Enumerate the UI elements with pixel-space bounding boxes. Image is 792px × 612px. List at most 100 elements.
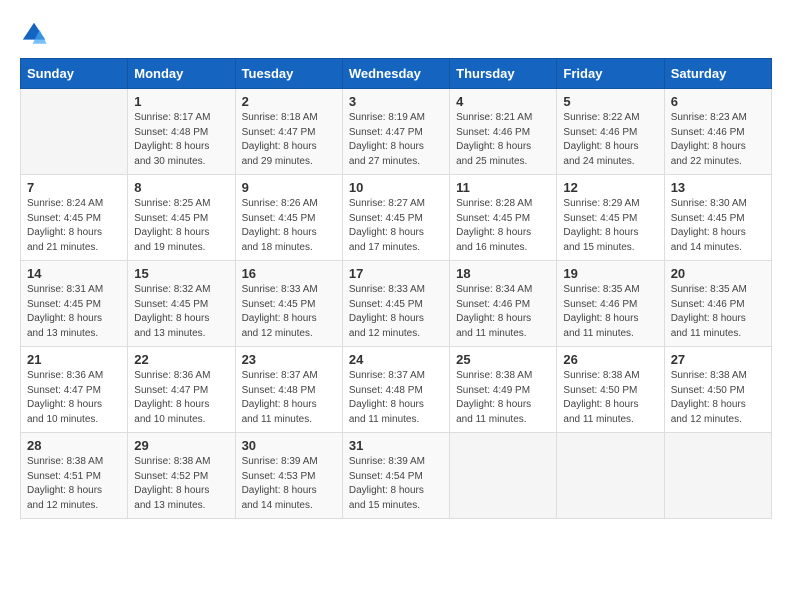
day-number: 25: [456, 352, 550, 367]
day-number: 7: [27, 180, 121, 195]
calendar-cell: 19 Sunrise: 8:35 AMSunset: 4:46 PMDayligh…: [557, 261, 664, 347]
calendar-cell: 10 Sunrise: 8:27 AMSunset: 4:45 PMDayligh…: [342, 175, 449, 261]
calendar-week-1: 1 Sunrise: 8:17 AMSunset: 4:48 PMDaylight…: [21, 89, 772, 175]
day-number: 14: [27, 266, 121, 281]
day-info: Sunrise: 8:30 AMSunset: 4:45 PMDaylight:…: [671, 197, 765, 255]
calendar-cell: 16 Sunrise: 8:33 AMSunset: 4:45 PMDayligh…: [235, 261, 342, 347]
day-number: 11: [456, 180, 550, 195]
calendar-header-row: SundayMondayTuesdayWednesdayThursdayFrid…: [21, 59, 772, 89]
day-number: 26: [563, 352, 657, 367]
day-number: 5: [563, 94, 657, 109]
calendar-cell: 27Sunrise: 8:38 AMSunset: 4:50 PMDayligh…: [664, 347, 771, 433]
calendar: SundayMondayTuesdayWednesdayThursdayFrid…: [20, 58, 772, 519]
day-info: Sunrise: 8:22 AMSunset: 4:46 PMDaylight:…: [563, 111, 657, 169]
calendar-cell: 30 Sunrise: 8:39 AMSunset: 4:53 PMDayligh…: [235, 433, 342, 519]
calendar-cell: 1 Sunrise: 8:17 AMSunset: 4:48 PMDaylight…: [128, 89, 235, 175]
day-info: Sunrise: 8:27 AMSunset: 4:45 PMDaylight:…: [349, 197, 443, 255]
day-info: Sunrise: 8:34 AMSunset: 4:46 PMDaylight:…: [456, 283, 550, 341]
day-number: 20: [671, 266, 765, 281]
calendar-week-5: 28 Sunrise: 8:38 AMSunset: 4:51 PMDayligh…: [21, 433, 772, 519]
day-info: Sunrise: 8:39 AMSunset: 4:54 PMDaylight:…: [349, 455, 443, 513]
calendar-cell: [664, 433, 771, 519]
day-info: Sunrise: 8:24 AMSunset: 4:45 PMDaylight:…: [27, 197, 121, 255]
day-info: Sunrise: 8:33 AMSunset: 4:45 PMDaylight:…: [349, 283, 443, 341]
day-info: Sunrise: 8:18 AMSunset: 4:47 PMDaylight:…: [242, 111, 336, 169]
col-header-saturday: Saturday: [664, 59, 771, 89]
day-info: Sunrise: 8:28 AMSunset: 4:45 PMDaylight:…: [456, 197, 550, 255]
calendar-cell: 9Sunrise: 8:26 AMSunset: 4:45 PMDaylight…: [235, 175, 342, 261]
logo-icon: [20, 20, 48, 48]
day-number: 2: [242, 94, 336, 109]
day-info: Sunrise: 8:38 AMSunset: 4:52 PMDaylight:…: [134, 455, 228, 513]
day-info: Sunrise: 8:36 AMSunset: 4:47 PMDaylight:…: [27, 369, 121, 427]
day-number: 17: [349, 266, 443, 281]
calendar-cell: 24Sunrise: 8:37 AMSunset: 4:48 PMDayligh…: [342, 347, 449, 433]
day-number: 30: [242, 438, 336, 453]
calendar-cell: 12 Sunrise: 8:29 AMSunset: 4:45 PMDayligh…: [557, 175, 664, 261]
calendar-cell: 2 Sunrise: 8:18 AMSunset: 4:47 PMDaylight…: [235, 89, 342, 175]
day-number: 8: [134, 180, 228, 195]
day-info: Sunrise: 8:35 AMSunset: 4:46 PMDaylight:…: [671, 283, 765, 341]
day-number: 31: [349, 438, 443, 453]
day-number: 15: [134, 266, 228, 281]
calendar-cell: 17 Sunrise: 8:33 AMSunset: 4:45 PMDayligh…: [342, 261, 449, 347]
calendar-cell: 21 Sunrise: 8:36 AMSunset: 4:47 PMDayligh…: [21, 347, 128, 433]
day-info: Sunrise: 8:38 AMSunset: 4:50 PMDaylight:…: [671, 369, 765, 427]
day-info: Sunrise: 8:31 AMSunset: 4:45 PMDaylight:…: [27, 283, 121, 341]
calendar-cell: 18 Sunrise: 8:34 AMSunset: 4:46 PMDayligh…: [450, 261, 557, 347]
day-info: Sunrise: 8:38 AMSunset: 4:49 PMDaylight:…: [456, 369, 550, 427]
col-header-thursday: Thursday: [450, 59, 557, 89]
day-info: Sunrise: 8:29 AMSunset: 4:45 PMDaylight:…: [563, 197, 657, 255]
calendar-week-3: 14 Sunrise: 8:31 AMSunset: 4:45 PMDayligh…: [21, 261, 772, 347]
logo: [20, 20, 52, 48]
day-info: Sunrise: 8:17 AMSunset: 4:48 PMDaylight:…: [134, 111, 228, 169]
col-header-monday: Monday: [128, 59, 235, 89]
day-number: 12: [563, 180, 657, 195]
col-header-sunday: Sunday: [21, 59, 128, 89]
calendar-cell: 5 Sunrise: 8:22 AMSunset: 4:46 PMDaylight…: [557, 89, 664, 175]
day-number: 1: [134, 94, 228, 109]
day-number: 18: [456, 266, 550, 281]
calendar-cell: 29 Sunrise: 8:38 AMSunset: 4:52 PMDayligh…: [128, 433, 235, 519]
day-info: Sunrise: 8:37 AMSunset: 4:48 PMDaylight:…: [242, 369, 336, 427]
day-info: Sunrise: 8:19 AMSunset: 4:47 PMDaylight:…: [349, 111, 443, 169]
calendar-cell: 6 Sunrise: 8:23 AMSunset: 4:46 PMDaylight…: [664, 89, 771, 175]
col-header-tuesday: Tuesday: [235, 59, 342, 89]
calendar-cell: 3Sunrise: 8:19 AMSunset: 4:47 PMDaylight…: [342, 89, 449, 175]
day-number: 13: [671, 180, 765, 195]
day-number: 10: [349, 180, 443, 195]
calendar-cell: 31 Sunrise: 8:39 AMSunset: 4:54 PMDayligh…: [342, 433, 449, 519]
day-info: Sunrise: 8:36 AMSunset: 4:47 PMDaylight:…: [134, 369, 228, 427]
calendar-cell: [557, 433, 664, 519]
day-number: 21: [27, 352, 121, 367]
calendar-week-2: 7 Sunrise: 8:24 AMSunset: 4:45 PMDaylight…: [21, 175, 772, 261]
day-number: 9: [242, 180, 336, 195]
calendar-cell: 26 Sunrise: 8:38 AMSunset: 4:50 PMDayligh…: [557, 347, 664, 433]
calendar-cell: 25 Sunrise: 8:38 AMSunset: 4:49 PMDayligh…: [450, 347, 557, 433]
day-number: 19: [563, 266, 657, 281]
calendar-cell: 15 Sunrise: 8:32 AMSunset: 4:45 PMDayligh…: [128, 261, 235, 347]
day-info: Sunrise: 8:32 AMSunset: 4:45 PMDaylight:…: [134, 283, 228, 341]
day-info: Sunrise: 8:38 AMSunset: 4:50 PMDaylight:…: [563, 369, 657, 427]
day-info: Sunrise: 8:39 AMSunset: 4:53 PMDaylight:…: [242, 455, 336, 513]
calendar-cell: [450, 433, 557, 519]
calendar-cell: 8Sunrise: 8:25 AMSunset: 4:45 PMDaylight…: [128, 175, 235, 261]
calendar-cell: 22 Sunrise: 8:36 AMSunset: 4:47 PMDayligh…: [128, 347, 235, 433]
day-info: Sunrise: 8:35 AMSunset: 4:46 PMDaylight:…: [563, 283, 657, 341]
day-number: 4: [456, 94, 550, 109]
day-number: 28: [27, 438, 121, 453]
calendar-cell: 4Sunrise: 8:21 AMSunset: 4:46 PMDaylight…: [450, 89, 557, 175]
day-number: 29: [134, 438, 228, 453]
day-info: Sunrise: 8:38 AMSunset: 4:51 PMDaylight:…: [27, 455, 121, 513]
day-number: 24: [349, 352, 443, 367]
day-info: Sunrise: 8:23 AMSunset: 4:46 PMDaylight:…: [671, 111, 765, 169]
calendar-cell: 20 Sunrise: 8:35 AMSunset: 4:46 PMDayligh…: [664, 261, 771, 347]
calendar-cell: [21, 89, 128, 175]
day-number: 22: [134, 352, 228, 367]
day-number: 6: [671, 94, 765, 109]
calendar-cell: 28 Sunrise: 8:38 AMSunset: 4:51 PMDayligh…: [21, 433, 128, 519]
col-header-friday: Friday: [557, 59, 664, 89]
day-info: Sunrise: 8:33 AMSunset: 4:45 PMDaylight:…: [242, 283, 336, 341]
day-number: 16: [242, 266, 336, 281]
col-header-wednesday: Wednesday: [342, 59, 449, 89]
